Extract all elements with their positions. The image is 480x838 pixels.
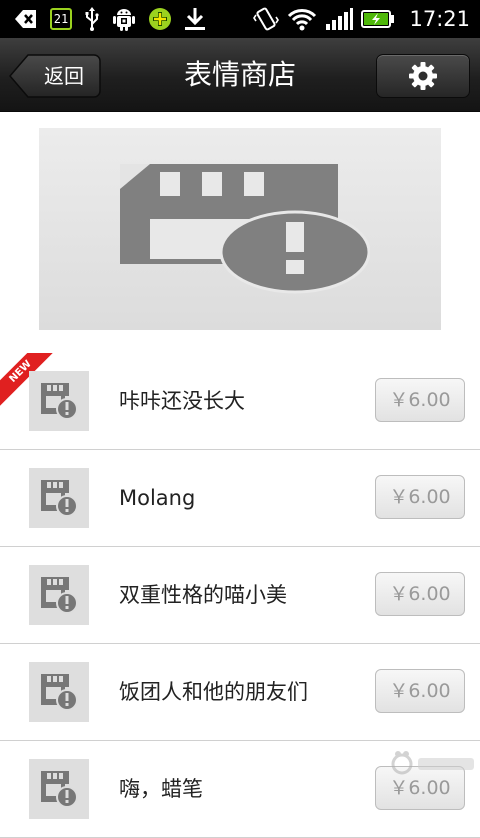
battery-charging-icon [361, 9, 395, 29]
price-button[interactable]: ￥6.00 [375, 475, 465, 519]
watermark-logo [388, 744, 480, 784]
item-name: 饭团人和他的朋友们 [119, 680, 308, 704]
item-thumbnail [29, 371, 89, 431]
gear-icon [408, 61, 438, 91]
list-item[interactable]: Molang ￥6.00 [0, 450, 480, 547]
sd-card-error-icon [39, 575, 79, 615]
status-bar: 21 17:21 [0, 0, 480, 38]
sd-card-error-icon [39, 478, 79, 518]
calendar-icon: 21 [50, 8, 72, 30]
item-thumbnail [29, 565, 89, 625]
back-button[interactable]: 返回 [8, 54, 101, 98]
list-item[interactable]: 双重性格的喵小美 ￥6.00 [0, 547, 480, 644]
sd-card-error-icon [110, 164, 370, 294]
item-name: 双重性格的喵小美 [119, 583, 287, 607]
list-item[interactable]: NEW 咔咔还没长大 ￥6.00 [0, 353, 480, 450]
sd-card-error-icon [39, 769, 79, 809]
back-button-label: 返回 [44, 64, 84, 88]
download-icon [184, 7, 206, 31]
price-button[interactable]: ￥6.00 [375, 378, 465, 422]
item-name: 嗨，蜡笔 [119, 777, 203, 801]
page-title: 表情商店 [183, 58, 296, 91]
price-button[interactable]: ￥6.00 [375, 572, 465, 616]
item-name: Molang [119, 486, 196, 510]
vibrate-icon [253, 6, 280, 32]
usb-icon [84, 7, 100, 31]
sd-card-error-icon [39, 672, 79, 712]
settings-button[interactable] [376, 54, 470, 98]
item-thumbnail [29, 468, 89, 528]
signal-icon [325, 7, 354, 31]
android-icon [112, 6, 136, 32]
status-time: 17:21 [409, 7, 470, 31]
price-button[interactable]: ￥6.00 [375, 669, 465, 713]
item-thumbnail [29, 662, 89, 722]
back-arrow-icon [14, 9, 38, 29]
list-item[interactable]: 饭团人和他的朋友们 ￥6.00 [0, 644, 480, 741]
banner-image[interactable] [39, 128, 441, 330]
sd-card-error-icon [39, 381, 79, 421]
item-name: 咔咔还没长大 [119, 389, 245, 413]
title-bar: 返回 表情商店 [0, 38, 480, 112]
app-plus-icon [148, 7, 172, 31]
wifi-icon [287, 7, 317, 31]
item-thumbnail [29, 759, 89, 819]
